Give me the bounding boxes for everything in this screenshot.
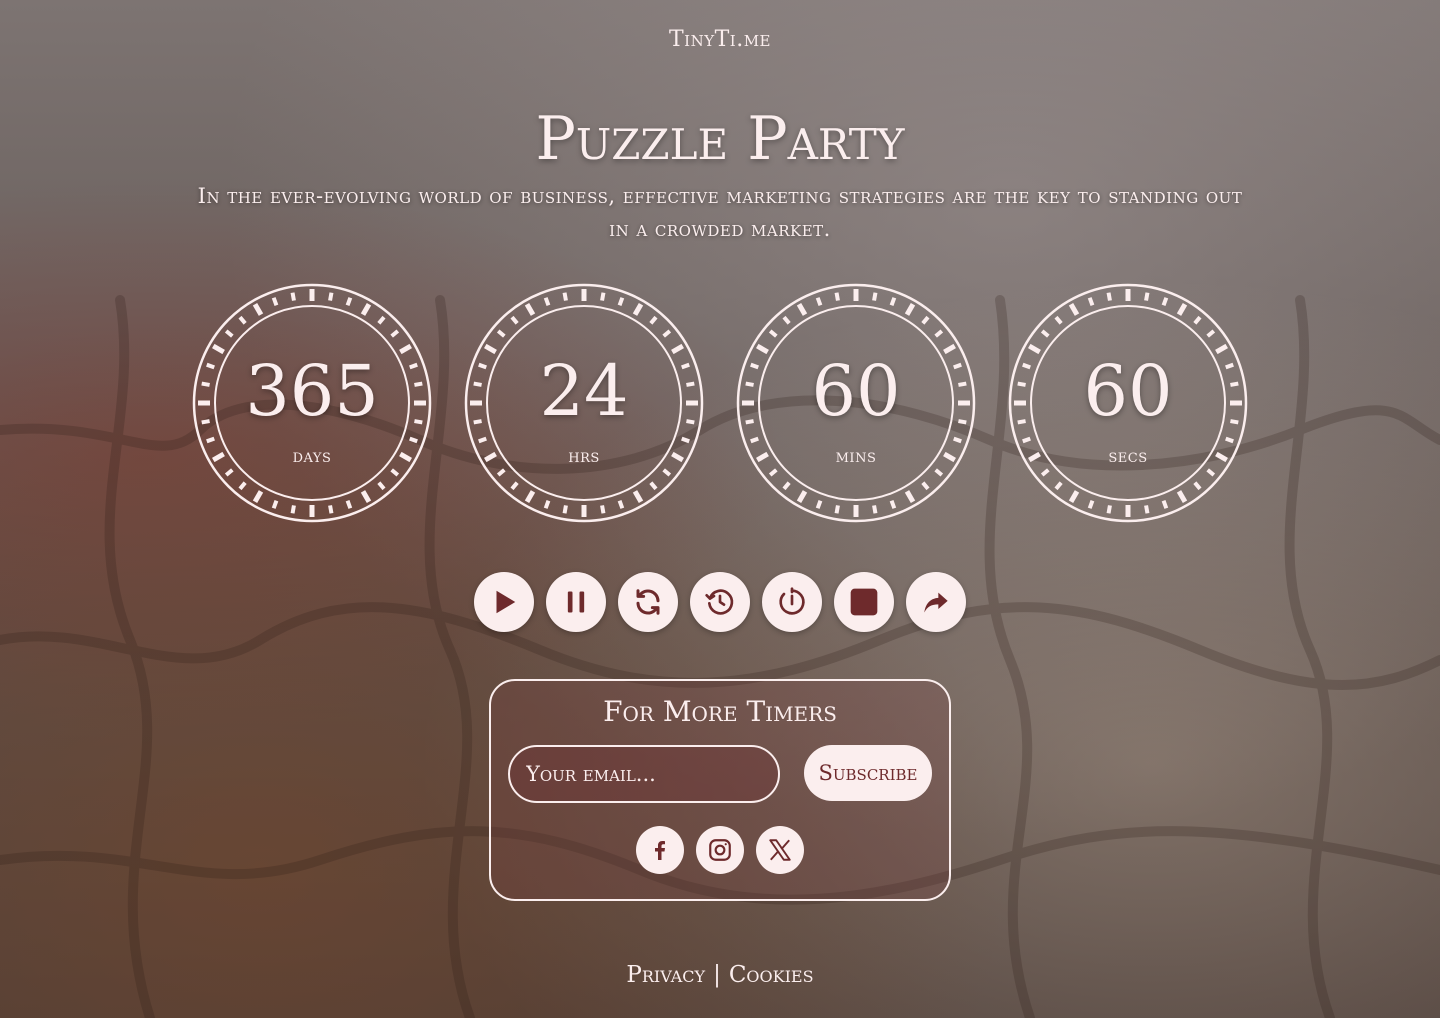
instagram-icon (709, 839, 731, 861)
countdown-minutes: 60 mins (736, 283, 976, 523)
subscribe-panel: For More Timers Subscribe (489, 679, 951, 901)
countdown-seconds: 60 secs (1008, 283, 1248, 523)
days-label: days (292, 445, 332, 467)
page-subtitle: In the ever-evolving world of business, … (197, 184, 1243, 241)
stop-button[interactable] (834, 572, 894, 632)
countdown-hours: 24 hrs (464, 283, 704, 523)
days-value: 365 (245, 350, 379, 432)
pause-button[interactable] (546, 572, 606, 632)
countdown-days: 365 days (192, 283, 432, 523)
hours-label: hrs (568, 445, 600, 467)
stop-icon (850, 588, 878, 616)
seconds-label: secs (1108, 445, 1148, 467)
footer: Privacy | Cookies (0, 962, 1440, 988)
instagram-button[interactable] (696, 826, 744, 874)
share-button[interactable] (906, 572, 966, 632)
share-icon (924, 592, 948, 613)
facebook-icon (655, 841, 665, 860)
timer-button[interactable] (762, 572, 822, 632)
site-name[interactable]: TinyTi.me (0, 27, 1440, 52)
timer-icon (779, 587, 805, 615)
footer-separator: | (713, 962, 721, 988)
cookies-link[interactable]: Cookies (729, 962, 814, 988)
subscribe-title: For More Timers (603, 695, 837, 728)
x-button[interactable] (756, 826, 804, 874)
hours-value: 24 (539, 350, 629, 432)
x-icon (769, 839, 791, 861)
subscribe-button[interactable]: Subscribe (804, 745, 932, 801)
minutes-value: 60 (811, 350, 901, 432)
history-button[interactable] (690, 572, 750, 632)
pause-icon (567, 591, 585, 613)
play-button[interactable] (474, 572, 534, 632)
restart-button[interactable] (618, 572, 678, 632)
page-title: Puzzle Party (535, 104, 905, 174)
history-icon (705, 589, 734, 615)
play-icon (496, 590, 516, 614)
seconds-value: 60 (1083, 350, 1173, 432)
email-field[interactable] (508, 745, 780, 803)
minutes-label: mins (835, 445, 877, 467)
refresh-icon (636, 589, 660, 615)
timer-controls (474, 572, 966, 632)
social-links (636, 826, 804, 874)
privacy-link[interactable]: Privacy (626, 962, 705, 988)
facebook-button[interactable] (636, 826, 684, 874)
